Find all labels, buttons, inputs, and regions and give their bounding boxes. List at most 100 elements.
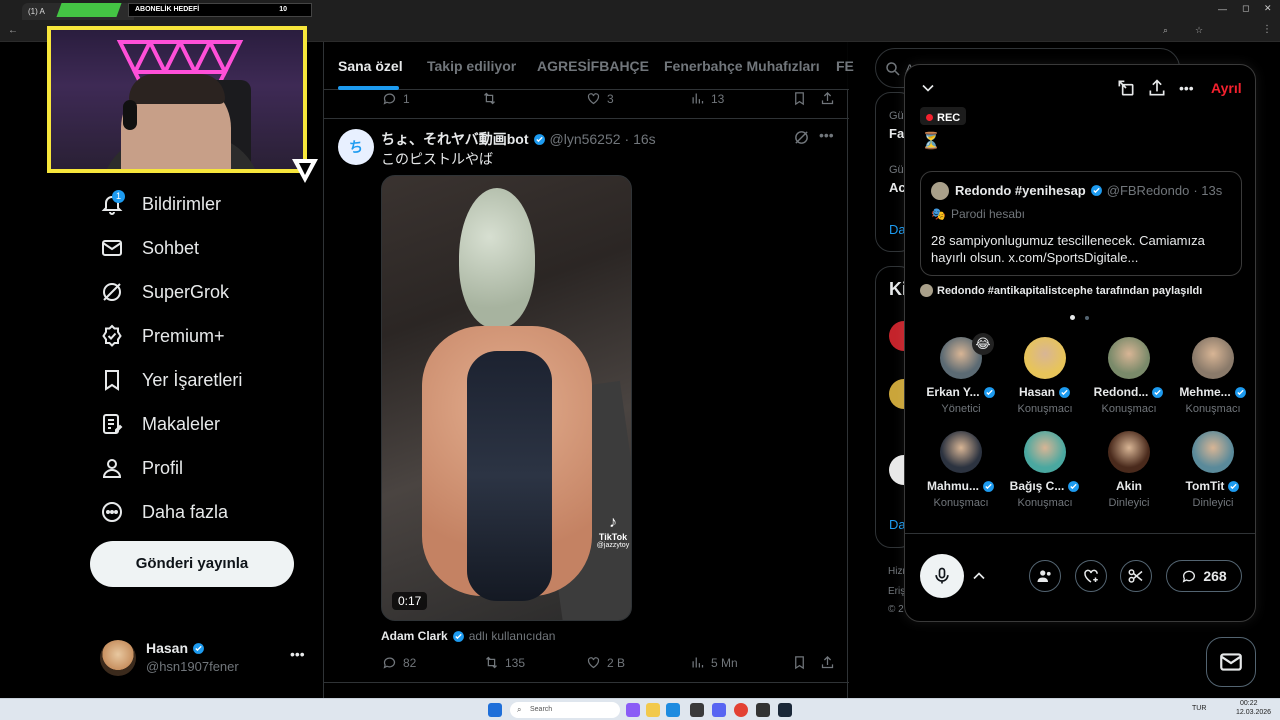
edge-icon[interactable] — [666, 703, 680, 717]
clip-button[interactable] — [1120, 560, 1152, 592]
nav-item-chat[interactable]: Sohbet — [100, 233, 199, 263]
post-button[interactable]: Gönderi yayınla — [90, 541, 294, 587]
tab-agresifbahce[interactable]: AGRESİFBAHÇE — [537, 58, 649, 74]
reply-button[interactable]: 82 — [382, 655, 416, 670]
avatar — [1192, 431, 1234, 473]
participant[interactable]: Hasan Konuşmacı — [1003, 337, 1087, 429]
post-time[interactable]: · 16s — [625, 131, 656, 147]
leave-space-button[interactable]: Ayrıl — [1211, 80, 1242, 96]
participant[interactable]: Mahmu... Konuşmacı — [919, 431, 1003, 523]
post-actions: 82 135 2 B 5 Mn — [382, 655, 835, 673]
discord-icon[interactable] — [712, 703, 726, 717]
carousel-dot[interactable] — [1085, 316, 1089, 320]
space-more-icon[interactable]: ••• — [1179, 80, 1194, 96]
taskbar-search-placeholder: Search — [530, 706, 553, 713]
trend-title[interactable]: Fa — [889, 126, 904, 141]
share-icon[interactable] — [1147, 78, 1167, 98]
maximize-icon[interactable]: ◻ — [1242, 3, 1249, 14]
star-icon[interactable]: ☆ — [1195, 25, 1203, 36]
footer-link[interactable]: Eriş — [888, 586, 905, 597]
verified-icon — [452, 630, 464, 642]
tab-fe[interactable]: FE — [836, 58, 854, 74]
tab-for-you[interactable]: Sana özel — [338, 58, 403, 74]
collapse-chevron-icon[interactable] — [918, 78, 938, 98]
chrome-icon[interactable] — [734, 703, 748, 717]
close-window-icon[interactable]: ✕ — [1264, 3, 1272, 14]
app-icon[interactable] — [690, 703, 704, 717]
nav-item-bookmarks[interactable]: Yer İşaretleri — [100, 365, 242, 395]
folder-icon[interactable] — [646, 703, 660, 717]
participant-name-row: Hasan — [1003, 385, 1087, 399]
nav-item-profile[interactable]: Profil — [100, 453, 183, 483]
bookmark-button[interactable] — [792, 655, 807, 670]
search-page-icon[interactable]: ⌕ — [1163, 25, 1168, 36]
participants-button[interactable] — [1029, 560, 1061, 592]
pinned-handle: @FBRedondo — [1106, 183, 1190, 198]
participant[interactable]: Akin Dinleyici — [1087, 431, 1171, 523]
steam-icon[interactable] — [778, 703, 792, 717]
account-switcher[interactable]: Hasan @hsn1907fener ••• — [100, 638, 310, 678]
taskbar-search[interactable]: ⌕ Search — [510, 702, 620, 718]
messages-button[interactable] — [1206, 637, 1256, 687]
video-attribution[interactable]: Adam Clark adlı kullanıcıdan — [381, 629, 555, 643]
copilot-icon[interactable] — [626, 703, 640, 717]
verified-icon — [1228, 480, 1240, 492]
profile-handle: @hsn1907fener — [146, 659, 239, 674]
author-name[interactable]: ちょ、それヤバ動画bot — [381, 129, 529, 149]
participant-role: Konuşmacı — [1101, 403, 1157, 415]
repost-button[interactable]: 135 — [484, 655, 525, 670]
minimize-icon[interactable]: — — [1218, 4, 1227, 14]
post-text: このピストルやば — [381, 151, 493, 167]
views-button[interactable]: 5 Mn — [690, 655, 738, 670]
participant[interactable]: Bağış C... Konuşmacı — [1003, 431, 1087, 523]
tab-fenerbahce-muhafizlari[interactable]: Fenerbahçe Muhafızları — [664, 58, 820, 74]
grok-icon[interactable] — [793, 129, 810, 146]
nav-item-articles[interactable]: Makaleler — [100, 409, 220, 439]
participant[interactable]: Redond... Konuşmacı — [1087, 337, 1171, 429]
nav-item-notifications[interactable]: 1 Bildirimler — [100, 189, 221, 219]
nav-item-more[interactable]: Daha fazla — [100, 497, 228, 527]
views-button[interactable]: 13 — [690, 91, 724, 106]
browser-menu-icon[interactable]: ⋮ — [1262, 24, 1272, 35]
post[interactable]: ち ちょ、それヤバ動画bot @lyn56252 · 16s ••• このピスト… — [324, 119, 849, 689]
record-dot-icon — [926, 114, 933, 121]
chevron-up-icon[interactable] — [969, 566, 989, 586]
minimize-space-icon[interactable] — [1116, 78, 1136, 98]
bookmark-button[interactable] — [792, 91, 807, 106]
tab-title: (1) A — [28, 7, 45, 16]
mic-button[interactable] — [920, 554, 964, 598]
back-icon[interactable]: ← — [8, 25, 18, 36]
start-icon[interactable] — [488, 703, 502, 717]
like-button[interactable]: 2 B — [586, 655, 625, 670]
streamer-logo-icon — [292, 159, 318, 183]
pinned-post[interactable]: Redondo #yenihesap @FBRedondo · 13s 🎭 Pa… — [920, 171, 1242, 276]
author-avatar[interactable]: ち — [338, 129, 374, 165]
post-video[interactable]: ♪ TikTok @jazzytoy 0:17 — [381, 175, 632, 621]
author-handle[interactable]: @lyn56252 — [550, 131, 621, 147]
participant-name: Bağış C... — [1009, 479, 1065, 493]
react-button[interactable] — [1075, 560, 1107, 592]
participant-name-row: Akin — [1087, 479, 1171, 493]
tab-following[interactable]: Takip ediliyor — [427, 58, 516, 74]
post-more-icon[interactable]: ••• — [819, 127, 834, 143]
participant[interactable]: TomTit Dinleyici — [1171, 431, 1255, 523]
share-button[interactable] — [820, 655, 835, 670]
like-button[interactable]: 3 — [586, 91, 614, 106]
participant-role: Konuşmacı — [1017, 403, 1073, 415]
clock-time[interactable]: 00:22 — [1240, 700, 1258, 707]
repost-button[interactable] — [482, 91, 497, 106]
comments-button[interactable]: 268 — [1166, 560, 1242, 592]
account-menu-icon[interactable]: ••• — [290, 646, 305, 662]
carousel-dot-active[interactable] — [1070, 315, 1075, 320]
clock-date[interactable]: 12.03.2026 — [1236, 709, 1271, 716]
nav-item-premium[interactable]: Premium+ — [100, 321, 225, 351]
participant[interactable]: 😂 Erkan Y... Yönetici — [919, 333, 1003, 429]
participant-name-row: Bağış C... — [1003, 479, 1087, 493]
reply-button[interactable]: 1 — [382, 91, 410, 106]
participant[interactable]: Mehme... Konuşmacı — [1171, 337, 1255, 429]
input-language[interactable]: TUR — [1192, 705, 1206, 712]
nav-item-supergrok[interactable]: SuperGrok — [100, 277, 229, 307]
verified-icon — [1068, 480, 1080, 492]
obs-icon[interactable] — [756, 703, 770, 717]
share-button[interactable] — [820, 91, 835, 106]
